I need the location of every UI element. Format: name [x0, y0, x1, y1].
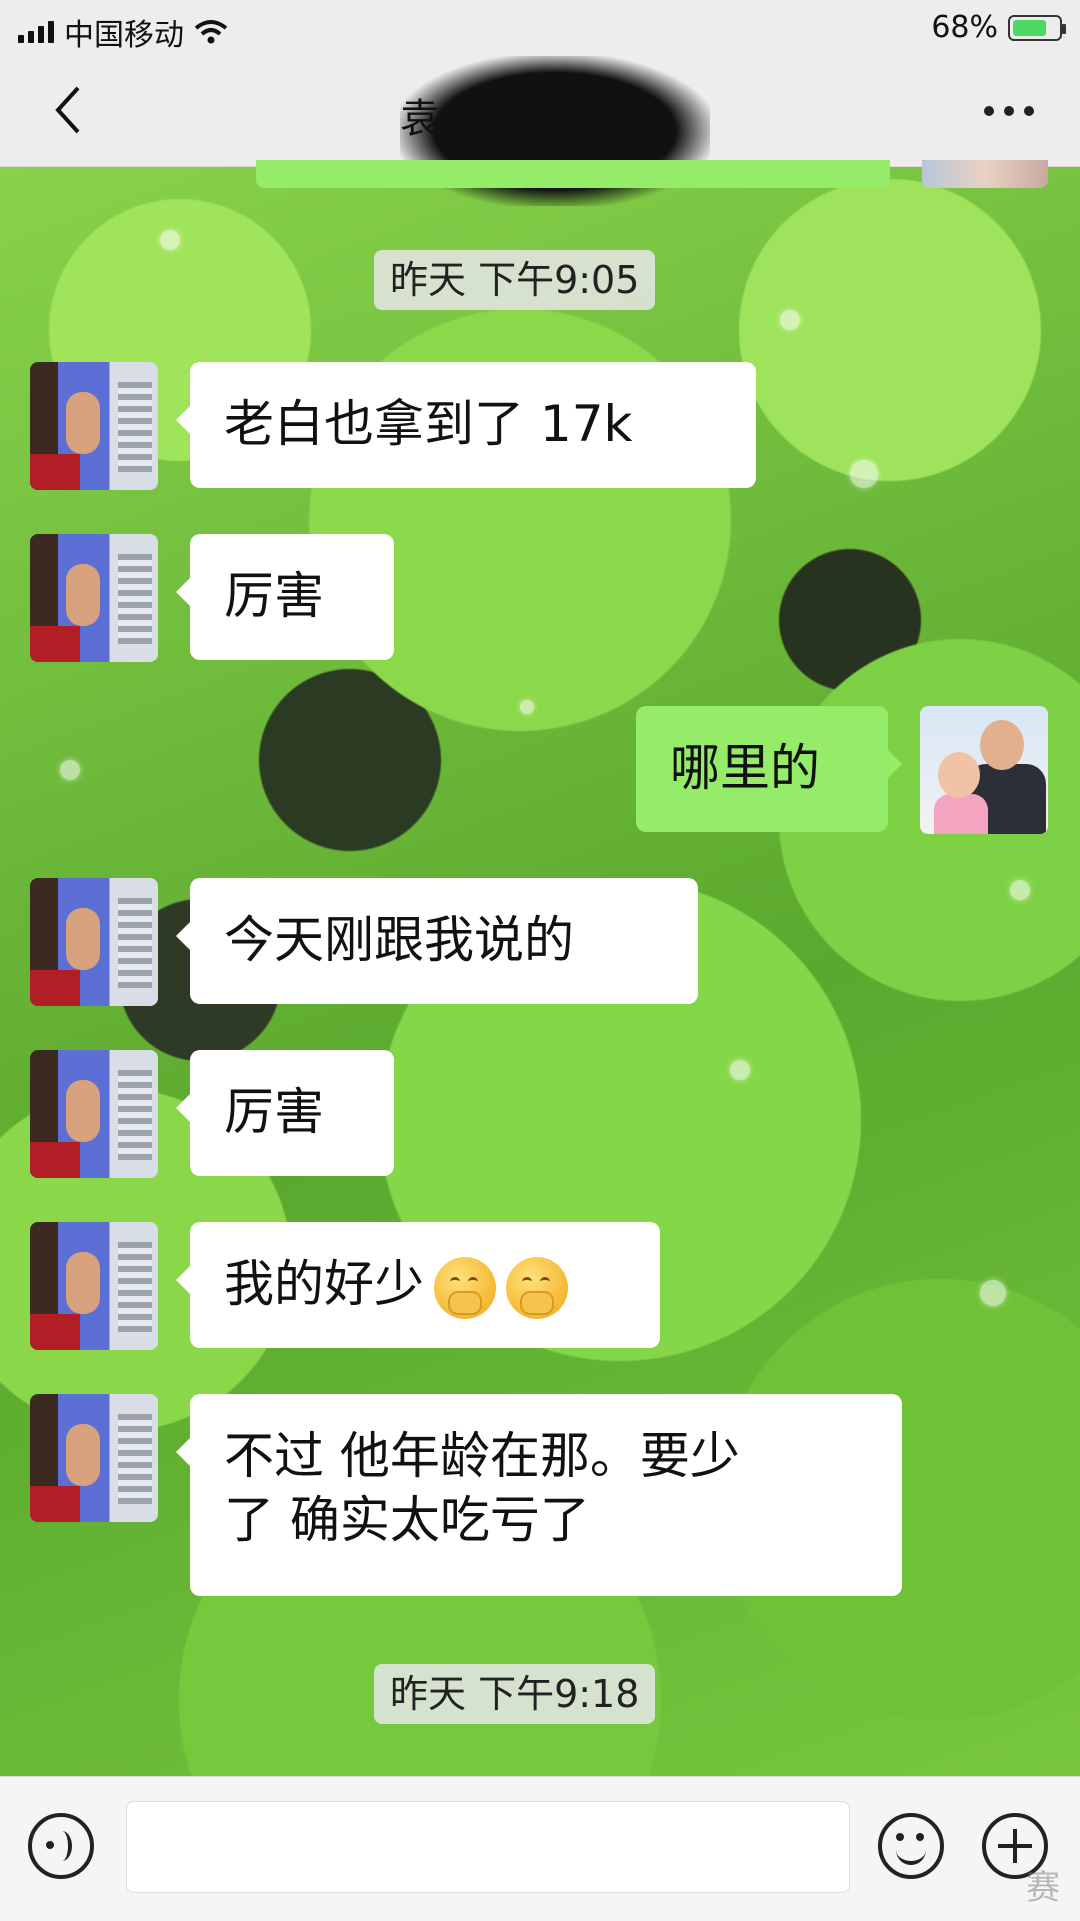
- message-bubble-received[interactable]: 厉害: [176, 534, 394, 660]
- hand-over-mouth-emoji: [506, 1256, 568, 1319]
- message-bubble-received[interactable]: 今天刚跟我说的: [176, 878, 698, 1004]
- signal-icon: [18, 21, 54, 43]
- battery-charging-icon: [1008, 14, 1066, 41]
- contact-avatar[interactable]: [30, 1394, 158, 1522]
- my-avatar[interactable]: [920, 706, 1048, 834]
- status-left: 中国移动: [18, 10, 228, 54]
- carrier-label: 中国移动: [64, 18, 184, 53]
- wifi-icon: [194, 20, 228, 44]
- message-text-line: 不过 他年龄在那。要少: [224, 1427, 740, 1485]
- status-bar: 中国移动 68%: [0, 0, 1080, 56]
- my-avatar-partial[interactable]: [922, 160, 1048, 188]
- message-bubble-received[interactable]: 我的好少: [176, 1222, 660, 1348]
- message-text-line: 了 确实太吃亏了: [224, 1491, 590, 1549]
- emoji-icon[interactable]: [878, 1813, 944, 1879]
- timestamp: 昨天 下午9:18: [374, 1664, 656, 1724]
- message-bubble-received[interactable]: 厉害: [176, 1050, 394, 1176]
- hand-over-mouth-emoji: [434, 1256, 496, 1319]
- contact-avatar[interactable]: [30, 362, 158, 490]
- message-input[interactable]: [126, 1801, 850, 1893]
- timestamp: 昨天 下午9:05: [374, 250, 656, 310]
- voice-icon[interactable]: [28, 1813, 94, 1879]
- contact-avatar[interactable]: [30, 878, 158, 1006]
- chat-header: 袁: [0, 56, 1080, 206]
- battery-percent: 68%: [931, 10, 998, 45]
- contact-avatar[interactable]: [30, 534, 158, 662]
- watermark: 赛: [1026, 1868, 1060, 1908]
- message-bubble-received[interactable]: 不过 他年龄在那。要少 了 确实太吃亏了: [176, 1394, 902, 1596]
- previous-message-bubble[interactable]: [256, 160, 890, 188]
- message-bubble-sent[interactable]: 哪里的: [636, 706, 902, 832]
- message-bubble-received[interactable]: 老白也拿到了 17k: [176, 362, 756, 488]
- more-horizontal-icon[interactable]: [984, 96, 1040, 126]
- contact-avatar[interactable]: [30, 1050, 158, 1178]
- chevron-left-icon[interactable]: [48, 82, 88, 138]
- input-bar: 赛: [0, 1776, 1080, 1921]
- contact-avatar[interactable]: [30, 1222, 158, 1350]
- message-text: 我的好少: [224, 1255, 424, 1313]
- status-right: 68%: [931, 10, 1066, 45]
